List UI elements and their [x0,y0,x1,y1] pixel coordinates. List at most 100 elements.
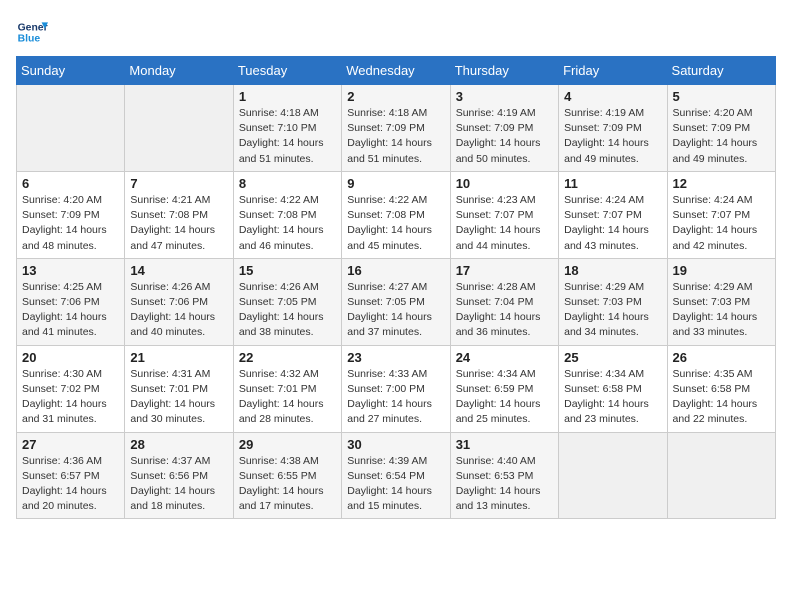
page-header: General Blue [16,16,776,48]
week-row-1: 1 Sunrise: 4:18 AMSunset: 7:10 PMDaylight… [17,85,776,172]
day-info: Sunrise: 4:26 AMSunset: 7:05 PMDaylight:… [239,280,336,341]
day-number: 21 [130,350,227,365]
calendar-cell: 9 Sunrise: 4:22 AMSunset: 7:08 PMDaylight… [342,171,450,258]
weekday-header-saturday: Saturday [667,57,775,85]
day-info: Sunrise: 4:26 AMSunset: 7:06 PMDaylight:… [130,280,227,341]
day-info: Sunrise: 4:36 AMSunset: 6:57 PMDaylight:… [22,454,119,515]
day-info: Sunrise: 4:19 AMSunset: 7:09 PMDaylight:… [564,106,661,167]
logo-icon: General Blue [16,16,48,48]
calendar-cell: 7 Sunrise: 4:21 AMSunset: 7:08 PMDaylight… [125,171,233,258]
day-info: Sunrise: 4:20 AMSunset: 7:09 PMDaylight:… [22,193,119,254]
day-number: 10 [456,176,553,191]
day-number: 6 [22,176,119,191]
day-info: Sunrise: 4:34 AMSunset: 6:58 PMDaylight:… [564,367,661,428]
day-number: 18 [564,263,661,278]
weekday-header-row: SundayMondayTuesdayWednesdayThursdayFrid… [17,57,776,85]
day-info: Sunrise: 4:29 AMSunset: 7:03 PMDaylight:… [673,280,770,341]
calendar-cell: 5 Sunrise: 4:20 AMSunset: 7:09 PMDaylight… [667,85,775,172]
weekday-header-thursday: Thursday [450,57,558,85]
day-number: 2 [347,89,444,104]
day-number: 4 [564,89,661,104]
calendar-cell: 15 Sunrise: 4:26 AMSunset: 7:05 PMDayligh… [233,258,341,345]
day-number: 30 [347,437,444,452]
day-info: Sunrise: 4:24 AMSunset: 7:07 PMDaylight:… [673,193,770,254]
weekday-header-monday: Monday [125,57,233,85]
day-number: 3 [456,89,553,104]
calendar-cell: 11 Sunrise: 4:24 AMSunset: 7:07 PMDayligh… [559,171,667,258]
day-number: 1 [239,89,336,104]
calendar-cell: 19 Sunrise: 4:29 AMSunset: 7:03 PMDayligh… [667,258,775,345]
calendar-cell: 3 Sunrise: 4:19 AMSunset: 7:09 PMDaylight… [450,85,558,172]
day-number: 14 [130,263,227,278]
day-number: 16 [347,263,444,278]
calendar-cell: 21Sunrise: 4:31 AMSunset: 7:01 PMDayligh… [125,345,233,432]
calendar-cell: 17 Sunrise: 4:28 AMSunset: 7:04 PMDayligh… [450,258,558,345]
day-number: 9 [347,176,444,191]
calendar-cell: 30 Sunrise: 4:39 AMSunset: 6:54 PMDayligh… [342,432,450,519]
day-info: Sunrise: 4:32 AMSunset: 7:01 PMDaylight:… [239,367,336,428]
calendar-cell: 25 Sunrise: 4:34 AMSunset: 6:58 PMDayligh… [559,345,667,432]
calendar-cell: 22 Sunrise: 4:32 AMSunset: 7:01 PMDayligh… [233,345,341,432]
day-number: 13 [22,263,119,278]
calendar-cell: 26 Sunrise: 4:35 AMSunset: 6:58 PMDayligh… [667,345,775,432]
day-info: Sunrise: 4:23 AMSunset: 7:07 PMDaylight:… [456,193,553,254]
day-number: 20 [22,350,119,365]
day-info: Sunrise: 4:29 AMSunset: 7:03 PMDaylight:… [564,280,661,341]
week-row-3: 13 Sunrise: 4:25 AMSunset: 7:06 PMDayligh… [17,258,776,345]
day-info: Sunrise: 4:35 AMSunset: 6:58 PMDaylight:… [673,367,770,428]
calendar-cell: 8Sunrise: 4:22 AMSunset: 7:08 PMDaylight… [233,171,341,258]
calendar-cell: 2Sunrise: 4:18 AMSunset: 7:09 PMDaylight… [342,85,450,172]
week-row-4: 20 Sunrise: 4:30 AMSunset: 7:02 PMDayligh… [17,345,776,432]
day-number: 31 [456,437,553,452]
calendar-cell: 4 Sunrise: 4:19 AMSunset: 7:09 PMDaylight… [559,85,667,172]
calendar-cell: 16 Sunrise: 4:27 AMSunset: 7:05 PMDayligh… [342,258,450,345]
day-number: 7 [130,176,227,191]
day-number: 17 [456,263,553,278]
day-info: Sunrise: 4:22 AMSunset: 7:08 PMDaylight:… [347,193,444,254]
week-row-5: 27 Sunrise: 4:36 AMSunset: 6:57 PMDayligh… [17,432,776,519]
day-info: Sunrise: 4:18 AMSunset: 7:10 PMDaylight:… [239,106,336,167]
day-info: Sunrise: 4:34 AMSunset: 6:59 PMDaylight:… [456,367,553,428]
day-info: Sunrise: 4:33 AMSunset: 7:00 PMDaylight:… [347,367,444,428]
calendar-cell: 24Sunrise: 4:34 AMSunset: 6:59 PMDayligh… [450,345,558,432]
day-number: 26 [673,350,770,365]
calendar-cell: 29Sunrise: 4:38 AMSunset: 6:55 PMDayligh… [233,432,341,519]
day-number: 25 [564,350,661,365]
calendar-cell [559,432,667,519]
calendar-cell [667,432,775,519]
logo: General Blue [16,16,48,48]
day-info: Sunrise: 4:40 AMSunset: 6:53 PMDaylight:… [456,454,553,515]
calendar-cell [125,85,233,172]
day-number: 19 [673,263,770,278]
weekday-header-tuesday: Tuesday [233,57,341,85]
weekday-header-sunday: Sunday [17,57,125,85]
day-info: Sunrise: 4:20 AMSunset: 7:09 PMDaylight:… [673,106,770,167]
day-number: 15 [239,263,336,278]
calendar-cell: 31 Sunrise: 4:40 AMSunset: 6:53 PMDayligh… [450,432,558,519]
weekday-header-friday: Friday [559,57,667,85]
svg-text:Blue: Blue [18,34,41,45]
day-number: 12 [673,176,770,191]
day-number: 28 [130,437,227,452]
day-info: Sunrise: 4:28 AMSunset: 7:04 PMDaylight:… [456,280,553,341]
day-number: 22 [239,350,336,365]
calendar-cell: 13 Sunrise: 4:25 AMSunset: 7:06 PMDayligh… [17,258,125,345]
day-info: Sunrise: 4:19 AMSunset: 7:09 PMDaylight:… [456,106,553,167]
day-info: Sunrise: 4:27 AMSunset: 7:05 PMDaylight:… [347,280,444,341]
day-number: 8 [239,176,336,191]
calendar-cell [17,85,125,172]
day-info: Sunrise: 4:39 AMSunset: 6:54 PMDaylight:… [347,454,444,515]
day-info: Sunrise: 4:37 AMSunset: 6:56 PMDaylight:… [130,454,227,515]
week-row-2: 6 Sunrise: 4:20 AMSunset: 7:09 PMDaylight… [17,171,776,258]
day-info: Sunrise: 4:30 AMSunset: 7:02 PMDaylight:… [22,367,119,428]
day-number: 5 [673,89,770,104]
day-info: Sunrise: 4:21 AMSunset: 7:08 PMDaylight:… [130,193,227,254]
day-info: Sunrise: 4:25 AMSunset: 7:06 PMDaylight:… [22,280,119,341]
calendar-cell: 14 Sunrise: 4:26 AMSunset: 7:06 PMDayligh… [125,258,233,345]
day-number: 23 [347,350,444,365]
calendar-cell: 12 Sunrise: 4:24 AMSunset: 7:07 PMDayligh… [667,171,775,258]
day-number: 27 [22,437,119,452]
day-info: Sunrise: 4:24 AMSunset: 7:07 PMDaylight:… [564,193,661,254]
calendar-cell: 27 Sunrise: 4:36 AMSunset: 6:57 PMDayligh… [17,432,125,519]
day-number: 11 [564,176,661,191]
